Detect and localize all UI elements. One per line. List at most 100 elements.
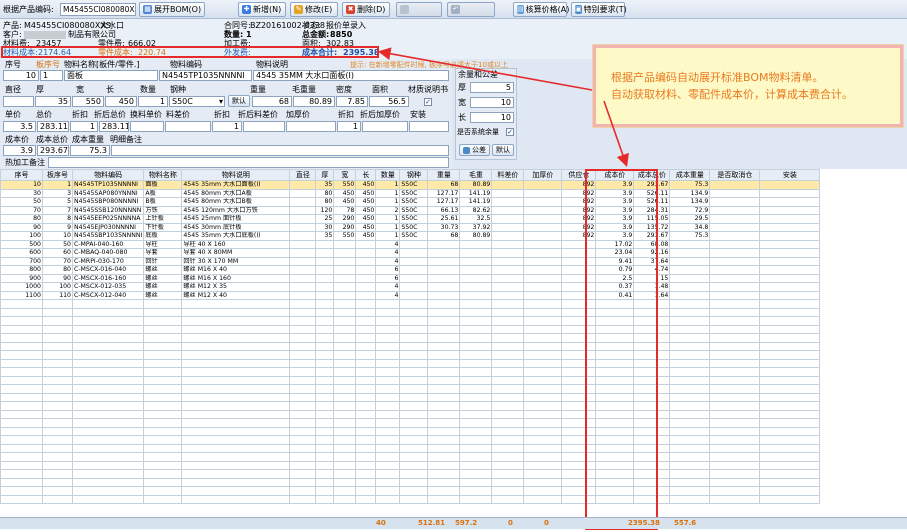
table-cell	[181, 486, 291, 496]
table-cell	[0, 418, 43, 428]
table-cell: 方铁	[143, 205, 183, 215]
table-cell	[669, 341, 711, 351]
table-cell	[42, 350, 73, 360]
total-qty: 40	[376, 519, 386, 527]
column-header[interactable]: 直径	[289, 169, 317, 181]
column-header[interactable]: 长	[355, 169, 377, 181]
table-cell	[71, 367, 145, 377]
table-cell	[399, 307, 429, 317]
table-cell: C-MSCX-012-035	[71, 282, 145, 292]
table-row[interactable]: 10 1 N4545TP1035NNNNI 面板 4545 35mm 大水口面板(I) 3…	[0, 180, 821, 190]
table-cell	[523, 316, 563, 326]
table-cell: 6	[375, 273, 401, 283]
table-cell: 450	[355, 231, 377, 241]
column-header[interactable]: 是否取消仓	[709, 169, 761, 181]
table-row[interactable]: 100 10 N4545SBP1035NNNNI 底板 4545 35mm 大水口底板(…	[0, 231, 821, 241]
table-row[interactable]: 600 60 C-MBAQ-040-080 导套 导套 40 X 80MM 4 23.04 9…	[0, 248, 821, 258]
table-cell	[289, 214, 317, 224]
table-cell: N4545SBP1035NNNNI	[71, 231, 145, 241]
table-cell	[42, 418, 73, 428]
table-row[interactable]: 900 90 C-MSCX-016-160 螺丝 螺丝 M16 X 160 6 2.5 15	[0, 273, 821, 283]
table-cell	[289, 273, 317, 283]
table-cell	[71, 443, 145, 453]
column-header[interactable]: 毛重	[459, 169, 493, 181]
table-cell: 1000	[0, 282, 43, 292]
table-cell	[355, 256, 377, 266]
table-cell: 134.9	[669, 197, 711, 207]
table-cell: A板	[143, 188, 183, 198]
column-header[interactable]: 安装	[759, 169, 821, 181]
table-cell	[459, 333, 493, 343]
column-header[interactable]: 成本重量	[669, 169, 711, 181]
table-cell	[399, 256, 429, 266]
column-header[interactable]: 厚	[315, 169, 335, 181]
table-cell: 100	[42, 282, 73, 292]
column-header[interactable]: 料差价	[491, 169, 525, 181]
column-header[interactable]: 数量	[375, 169, 401, 181]
table-cell	[355, 435, 377, 445]
table-cell	[399, 418, 429, 428]
table-row[interactable]: 30 3 N4545SAP080YNNNI A板 4545 80mm 大水口A板 80 45…	[0, 188, 821, 198]
table-cell: 37.92	[459, 222, 493, 232]
table-row[interactable]: 90 9 N4545EJP030NNNNI 下针板 4545 30mm 底针板 30 290…	[0, 222, 821, 232]
table-cell	[315, 460, 335, 470]
table-cell: 1	[42, 180, 73, 190]
column-header[interactable]: 物料说明	[181, 169, 291, 181]
column-header[interactable]: 序号	[0, 169, 43, 181]
table-cell	[669, 239, 711, 249]
table-cell	[427, 401, 461, 411]
table-cell: 550	[333, 180, 357, 190]
table-cell	[427, 477, 461, 487]
table-cell: 800	[0, 265, 43, 275]
table-cell	[289, 180, 317, 190]
table-row[interactable]: 800 80 C-MSCX-016-040 螺丝 螺丝 M16 X 40 6 0.79 4.7…	[0, 265, 821, 275]
table-cell: 90	[0, 222, 43, 232]
table-row[interactable]: 1100 110 C-MSCX-012-040 螺丝 螺丝 M12 X 40 4 0.41 1…	[0, 290, 821, 300]
table-row[interactable]: 80 8 N4545EEP025NNNNA 上针板 4545 25mm 面针板 25 290…	[0, 214, 821, 224]
table-cell	[427, 426, 461, 436]
column-header[interactable]: 物料编码	[71, 169, 145, 181]
table-cell	[143, 435, 183, 445]
column-header[interactable]: 钢种	[399, 169, 429, 181]
table-cell: 450	[355, 188, 377, 198]
table-cell: 4	[375, 290, 401, 300]
table-cell: 25.61	[427, 214, 461, 224]
empty-row	[0, 477, 821, 487]
table-cell	[42, 401, 73, 411]
table-cell	[143, 401, 183, 411]
table-row[interactable]: 500 50 C-MPAI-040-160 导柱 导柱 40 X 160 4 17.02 68…	[0, 239, 821, 249]
table-cell	[427, 307, 461, 317]
table-row[interactable]: 700 70 C-MRPI-030-170 回针 回针 30 X 170 MM 4 9.41…	[0, 256, 821, 266]
table-row[interactable]: 70 7 N4545SSB120NNNNN 方铁 4545 120mm 大水口方铁 120…	[0, 205, 821, 215]
table-cell: 上针板	[143, 214, 183, 224]
table-cell	[709, 469, 761, 479]
table-cell	[523, 426, 563, 436]
table-cell	[289, 443, 317, 453]
column-header[interactable]: 板序号	[42, 169, 73, 181]
table-cell	[289, 248, 317, 258]
table-cell	[709, 282, 761, 292]
table-cell	[143, 486, 183, 496]
table-cell: 4545 120mm 大水口方铁	[181, 205, 291, 215]
column-header[interactable]: 加厚价	[523, 169, 563, 181]
table-cell	[289, 299, 317, 309]
table-cell	[669, 435, 711, 445]
table-cell	[42, 460, 73, 470]
table-cell	[42, 452, 73, 462]
table-cell	[0, 401, 43, 411]
table-cell	[333, 486, 357, 496]
table-cell	[315, 358, 335, 368]
table-cell	[71, 418, 145, 428]
column-header[interactable]: 物料名称	[143, 169, 183, 181]
table-cell	[523, 197, 563, 207]
table-cell	[42, 409, 73, 419]
table-cell	[709, 486, 761, 496]
table-cell	[491, 299, 525, 309]
table-cell	[315, 282, 335, 292]
table-row[interactable]: 50 5 N4545SBP080NNNNI B板 4545 80mm 大水口B板 80 45…	[0, 197, 821, 207]
column-header[interactable]: 重量	[427, 169, 461, 181]
table-cell	[289, 469, 317, 479]
column-header[interactable]: 宽	[333, 169, 357, 181]
table-cell	[491, 282, 525, 292]
table-row[interactable]: 1000 100 C-MSCX-012-035 螺丝 螺丝 M12 X 35 4 0.37 1…	[0, 282, 821, 292]
